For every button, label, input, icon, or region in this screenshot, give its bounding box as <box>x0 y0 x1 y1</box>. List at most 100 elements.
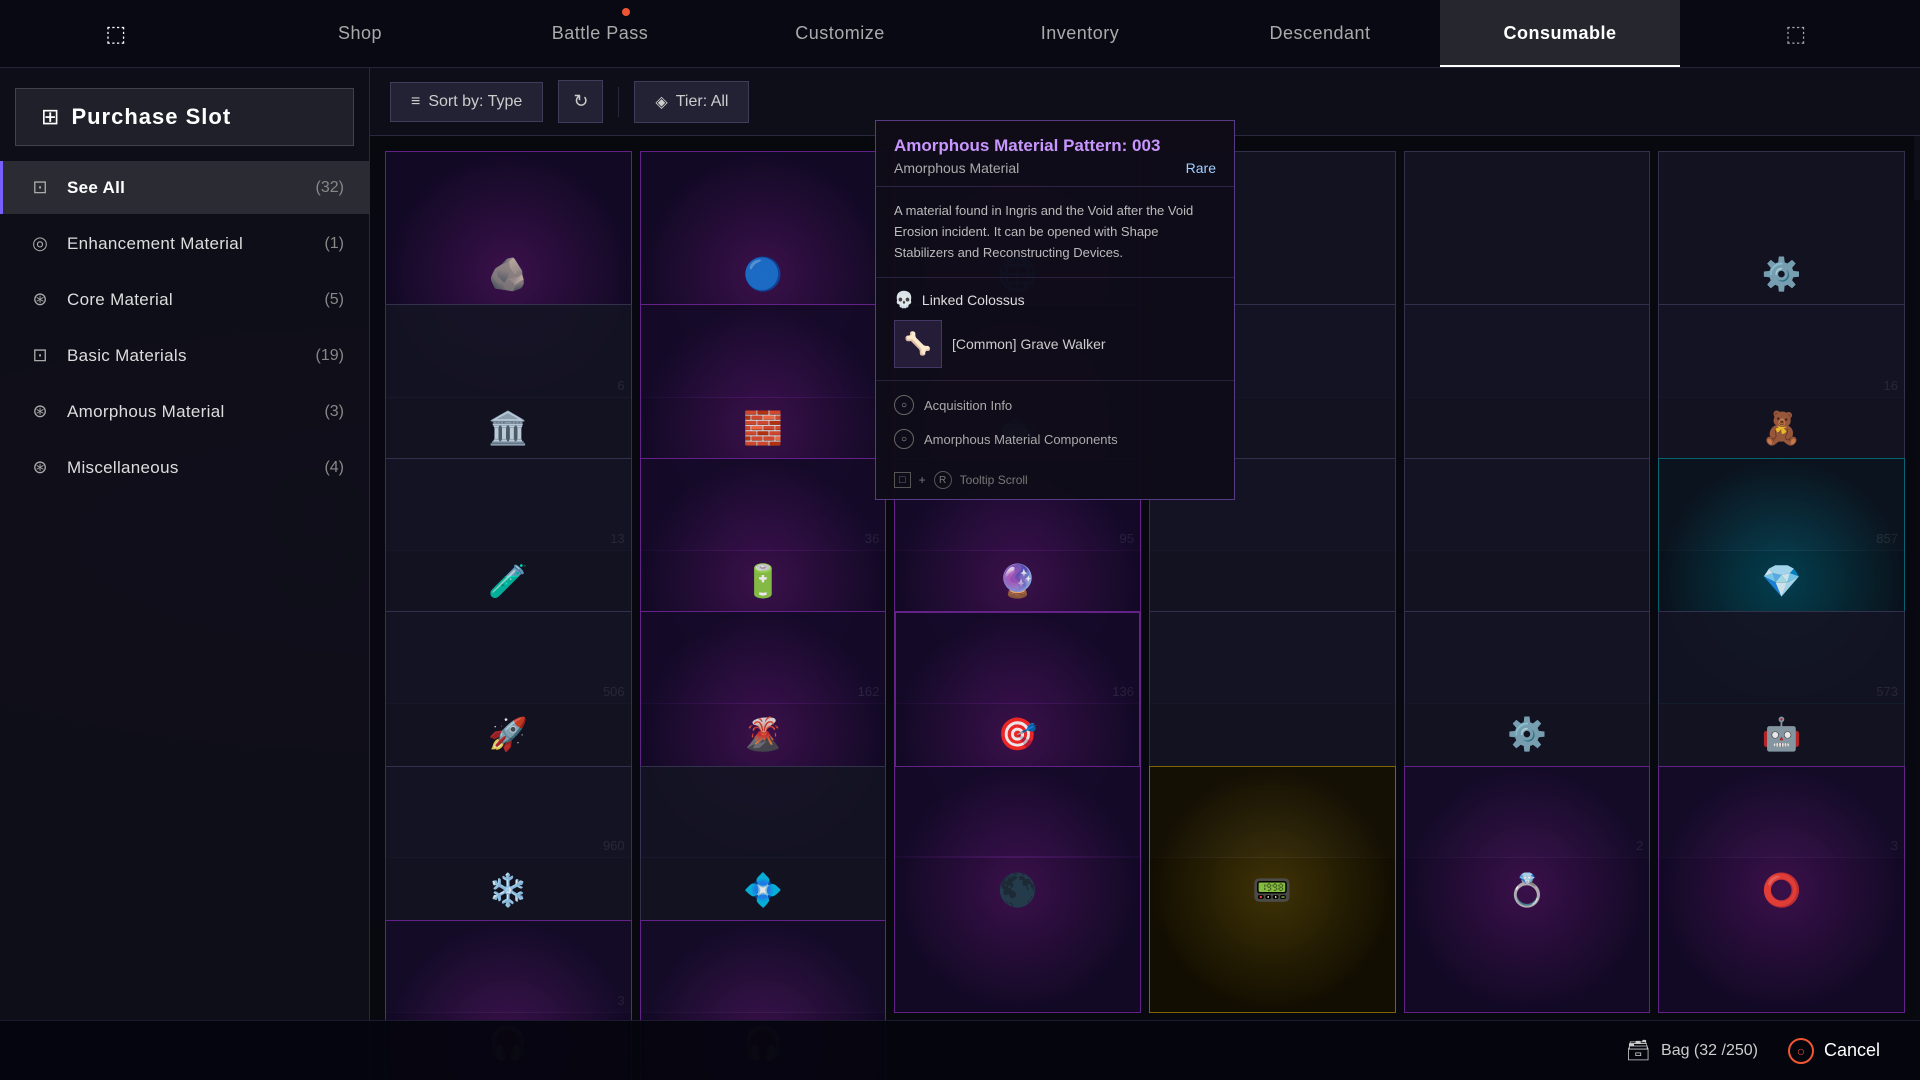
l1-icon: ⬚ <box>105 21 126 47</box>
acquisition-icon: ○ <box>894 395 914 415</box>
misc-icon: ⊛ <box>28 457 52 478</box>
linked-colossus-icon: 💀 <box>894 290 914 310</box>
tooltip-linked-item: 🦴 [Common] Grave Walker <box>894 320 1216 368</box>
grid-item-29[interactable]: 💍 <box>1404 766 1651 1013</box>
tooltip-header: Amorphous Material Pattern: 003 Amorphou… <box>876 121 1234 187</box>
nav-r1[interactable]: ⬚ <box>1680 0 1920 67</box>
grid-item-30[interactable]: ⭕ <box>1658 766 1905 1013</box>
item-visual-24: 🤖 <box>1762 715 1802 753</box>
battlepass-notification <box>622 8 630 16</box>
item-visual-29: 💍 <box>1507 871 1547 909</box>
nav-battlepass[interactable]: Battle Pass <box>480 0 720 67</box>
sidebar-item-enhancement[interactable]: ◎ Enhancement Material (1) <box>0 217 369 270</box>
cancel-circle-icon: ○ <box>1788 1038 1814 1064</box>
tier-label: Tier: All <box>676 93 729 111</box>
sidebar-item-core[interactable]: ⊛ Core Material (5) <box>0 273 369 326</box>
sort-icon: ≡ <box>411 93 420 111</box>
nav-inventory[interactable]: Inventory <box>960 0 1200 67</box>
tier-button[interactable]: ◈ Tier: All <box>634 81 749 123</box>
item-visual-26: 💠 <box>743 871 783 909</box>
acquisition-label: Acquisition Info <box>924 398 1012 413</box>
tooltip-actions: ○ Acquisition Info ○ Amorphous Material … <box>876 381 1234 463</box>
item-visual-2: 🔵 <box>743 255 783 293</box>
components-icon: ○ <box>894 429 914 449</box>
item-visual-6: ⚙️ <box>1762 255 1802 293</box>
tooltip-rarity: Rare <box>1186 160 1216 176</box>
sidebar-item-amorphous[interactable]: ⊛ Amorphous Material (3) <box>0 385 369 438</box>
nav-descendant[interactable]: Descendant <box>1200 0 1440 67</box>
item-visual-13: 🧪 <box>488 562 528 600</box>
item-visual-19: 🚀 <box>488 715 528 753</box>
tooltip-popup: Amorphous Material Pattern: 003 Amorphou… <box>875 120 1235 500</box>
grid-item-27[interactable]: 🌑 <box>894 766 1141 1013</box>
scroll-hint-key-left: □ <box>894 472 911 488</box>
amorphous-label: Amorphous Material <box>67 402 324 422</box>
amorphous-icon: ⊛ <box>28 401 52 422</box>
core-icon: ⊛ <box>28 289 52 310</box>
sidebar-item-see-all[interactable]: ⊡ See All (32) <box>0 161 369 214</box>
enhancement-count: (1) <box>324 235 344 253</box>
linked-item-image: 🦴 <box>894 320 942 368</box>
item-visual-21: 🎯 <box>998 715 1038 753</box>
tooltip-subtitle: Amorphous Material <box>894 160 1019 176</box>
basic-label: Basic Materials <box>67 346 316 366</box>
nav-customize-label: Customize <box>795 23 885 44</box>
top-nav: ⬚ Shop Battle Pass Customize Inventory D… <box>0 0 1920 68</box>
cancel-label: Cancel <box>1824 1040 1880 1061</box>
sidebar-item-misc[interactable]: ⊛ Miscellaneous (4) <box>0 441 369 494</box>
item-visual-25: ❄️ <box>488 871 528 909</box>
sort-button[interactable]: ≡ Sort by: Type <box>390 82 543 122</box>
nav-l1[interactable]: ⬚ <box>0 0 240 67</box>
sidebar-item-basic[interactable]: ⊡ Basic Materials (19) <box>0 329 369 382</box>
bottom-bar: 🗃 Bag (32 /250) ○ Cancel <box>0 1020 1920 1080</box>
item-visual-15: 🔮 <box>998 562 1038 600</box>
nav-consumable-label: Consumable <box>1503 23 1616 44</box>
linked-item-name: [Common] Grave Walker <box>952 336 1106 352</box>
item-visual-14: 🔋 <box>743 562 783 600</box>
grid-item-28[interactable]: 📟 <box>1149 766 1396 1013</box>
item-visual-12: 🧸 <box>1762 409 1802 447</box>
item-visual-8: 🧱 <box>743 409 783 447</box>
scroll-hint-key-right: R <box>934 471 952 489</box>
tooltip-linked: 💀 Linked Colossus 🦴 [Common] Grave Walke… <box>876 278 1234 381</box>
nav-shop-label: Shop <box>338 23 382 44</box>
nav-consumable[interactable]: Consumable <box>1440 0 1680 67</box>
refresh-icon: ↻ <box>573 91 588 112</box>
item-visual-7: 🏛️ <box>488 409 528 447</box>
misc-count: (4) <box>324 459 344 477</box>
tooltip-scroll-hint: □ + R Tooltip Scroll <box>876 463 1234 499</box>
item-visual-20: 🌋 <box>743 715 783 753</box>
tooltip-subtitle-row: Amorphous Material Rare <box>894 160 1216 176</box>
item-visual-30: ⭕ <box>1762 871 1802 909</box>
amorphous-count: (3) <box>324 403 344 421</box>
cancel-button[interactable]: ○ Cancel <box>1788 1038 1880 1064</box>
bag-icon: 🗃 <box>1626 1038 1651 1063</box>
refresh-button[interactable]: ↻ <box>558 80 603 123</box>
linked-title-text: Linked Colossus <box>922 292 1025 308</box>
components-label: Amorphous Material Components <box>924 432 1118 447</box>
tooltip-linked-title: 💀 Linked Colossus <box>894 290 1216 310</box>
acquisition-info-action[interactable]: ○ Acquisition Info <box>894 391 1216 419</box>
nav-shop[interactable]: Shop <box>240 0 480 67</box>
sidebar: ⊞ Purchase Slot ⊡ See All (32) ◎ Enhance… <box>0 68 370 1080</box>
see-all-count: (32) <box>316 179 344 197</box>
item-visual-1: 🪨 <box>488 255 528 293</box>
nav-customize[interactable]: Customize <box>720 0 960 67</box>
scroll-hint-text: Tooltip Scroll <box>960 473 1028 487</box>
nav-battlepass-label: Battle Pass <box>552 23 649 44</box>
bag-label: Bag (32 /250) <box>1661 1042 1758 1060</box>
see-all-label: See All <box>67 178 316 198</box>
item-visual-23: ⚙️ <box>1507 715 1547 753</box>
core-label: Core Material <box>67 290 324 310</box>
basic-count: (19) <box>316 347 344 365</box>
scroll-hint-plus: + <box>919 473 926 487</box>
tooltip-title: Amorphous Material Pattern: 003 <box>894 136 1216 156</box>
sidebar-header-icon: ⊞ <box>41 104 59 130</box>
tooltip-description: A material found in Ingris and the Void … <box>876 187 1234 278</box>
linked-item-visual: 🦴 <box>904 331 931 357</box>
enhancement-icon: ◎ <box>28 233 52 254</box>
toolbar-separator <box>618 87 619 117</box>
see-all-icon: ⊡ <box>28 177 52 198</box>
components-action[interactable]: ○ Amorphous Material Components <box>894 425 1216 453</box>
basic-icon: ⊡ <box>28 345 52 366</box>
